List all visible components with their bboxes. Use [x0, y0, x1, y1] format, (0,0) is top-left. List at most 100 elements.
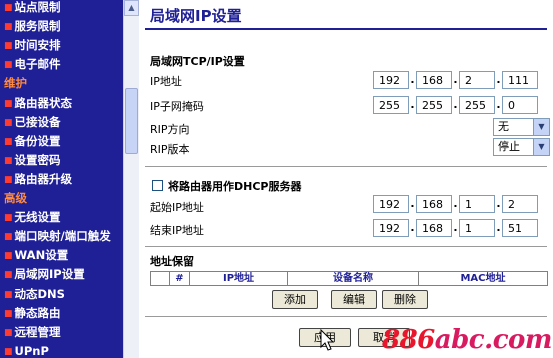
watermark-logo: 886abc.com — [382, 325, 552, 355]
end-ip-octet-4[interactable] — [502, 219, 538, 237]
sidebar-item-label: 已接设备 — [14, 115, 61, 129]
mouse-cursor-icon — [320, 329, 334, 351]
tcpip-section-title: 局域网TCP/IP设置 — [150, 55, 245, 68]
chevron-down-icon: ▼ — [533, 119, 549, 135]
dhcp-server-label: 将路由器用作DHCP服务器 — [168, 180, 302, 193]
sidebar-item[interactable]: ■ 站点限制 — [0, 0, 123, 17]
reservation-section-title: 地址保留 — [150, 255, 194, 268]
sidebar-item[interactable]: ■ 路由器升级 — [0, 170, 123, 189]
bullet-icon: ■ — [4, 3, 13, 13]
rip-version-value: 停止 — [498, 140, 520, 153]
end-ip-octet-3[interactable] — [459, 219, 495, 237]
dhcp-server-checkbox[interactable] — [152, 180, 163, 191]
sidebar-item[interactable]: ■ 备份设置 — [0, 132, 123, 151]
delete-button[interactable]: 删除 — [382, 290, 428, 309]
main-panel: 局域网IP设置 局域网TCP/IP设置 IP地址 . . . IP子网掩码 . … — [140, 0, 553, 358]
mask-octet-4[interactable] — [502, 96, 538, 114]
bullet-icon: ■ — [4, 60, 13, 70]
sidebar-section-header: 高级 — [4, 191, 27, 205]
sidebar-item-label: 路由器状态 — [14, 96, 73, 110]
sidebar-item-label: 服务限制 — [14, 19, 61, 33]
sidebar-item[interactable]: ■ WAN设置 — [0, 246, 123, 265]
rip-version-select[interactable]: 停止 ▼ — [493, 138, 550, 156]
bullet-icon: ■ — [4, 175, 13, 185]
page-title: 局域网IP设置 — [150, 7, 242, 25]
edit-button[interactable]: 编辑 — [331, 290, 377, 309]
sidebar-item-label: 端口映射/端口触发 — [14, 229, 111, 243]
sidebar-item-label: 设置密码 — [14, 153, 61, 167]
bullet-icon: ■ — [4, 251, 13, 261]
sidebar-item-label: 静态路由 — [14, 306, 61, 320]
table-header-device-name: 设备名称 — [287, 272, 418, 285]
bullet-icon: ■ — [4, 309, 13, 319]
sidebar-item[interactable]: ■ 静态路由 — [0, 304, 123, 323]
sidebar-nav: ■ 站点限制 ■ 服务限制 ■ 时间安排 ■ 电子邮件 维护 ■ 路由器状态 ■ 已接设备 ■ 备份设置 ■ 设… — [0, 0, 123, 358]
sidebar-item-label: 路由器升级 — [14, 172, 73, 186]
sidebar-item[interactable]: ■ 端口映射/端口触发 — [0, 227, 123, 246]
bullet-icon: ■ — [4, 137, 13, 147]
bullet-icon: ■ — [4, 232, 13, 242]
bullet-icon: ■ — [4, 41, 13, 51]
start-ip-octet-2[interactable] — [416, 195, 452, 213]
bullet-icon: ■ — [4, 290, 13, 300]
rip-direction-select[interactable]: 无 ▼ — [493, 118, 550, 136]
start-ip-label: 起始IP地址 — [150, 201, 204, 214]
sidebar-item-label: 无线设置 — [14, 210, 61, 224]
mask-octet-3[interactable] — [459, 96, 495, 114]
ip-octet-3[interactable] — [459, 71, 495, 89]
sidebar-item[interactable]: ■ 已接设备 — [0, 113, 123, 132]
table-header-index: # — [169, 272, 189, 285]
title-divider — [145, 28, 547, 30]
sidebar-item[interactable]: ■ 动态DNS — [0, 285, 123, 304]
rip-direction-value: 无 — [498, 120, 509, 133]
end-ip-octet-2[interactable] — [416, 219, 452, 237]
end-ip-octet-1[interactable] — [373, 219, 409, 237]
rip-direction-label: RIP方向 — [150, 123, 190, 136]
sidebar-item[interactable]: ■ 路由器状态 — [0, 94, 123, 113]
rip-version-label: RIP版本 — [150, 143, 190, 156]
bullet-icon: ■ — [4, 99, 13, 109]
sidebar-item-label: 远程管理 — [14, 325, 61, 339]
end-ip-label: 结束IP地址 — [150, 224, 204, 237]
sidebar-item-label: 局域网IP设置 — [14, 267, 85, 281]
start-ip-octet-4[interactable] — [502, 195, 538, 213]
add-button[interactable]: 添加 — [272, 290, 318, 309]
sidebar-item[interactable]: ■ UPnP — [0, 342, 123, 358]
sidebar-item[interactable]: ■ 远程管理 — [0, 323, 123, 342]
sidebar-item-label: 站点限制 — [14, 0, 61, 14]
sidebar-scrollbar[interactable]: ▲ — [123, 0, 139, 358]
ip-octet-2[interactable] — [416, 71, 452, 89]
ip-address-label: IP地址 — [150, 75, 182, 88]
scroll-thumb[interactable] — [125, 88, 138, 154]
ip-octet-1[interactable] — [373, 71, 409, 89]
sidebar-item-label: 备份设置 — [14, 134, 61, 148]
mask-octet-2[interactable] — [416, 96, 452, 114]
table-header-select — [151, 272, 169, 285]
subnet-mask-label: IP子网掩码 — [150, 100, 204, 113]
start-ip-octet-1[interactable] — [373, 195, 409, 213]
bullet-icon: ■ — [4, 22, 13, 32]
sidebar-item[interactable]: ■ 时间安排 — [0, 36, 123, 55]
sidebar-section-header: 维护 — [4, 76, 27, 90]
section-divider — [145, 166, 547, 167]
bullet-icon: ■ — [4, 213, 13, 223]
sidebar-item-label: WAN设置 — [14, 248, 69, 262]
mask-octet-1[interactable] — [373, 96, 409, 114]
reservation-table: # IP地址 设备名称 MAC地址 — [150, 271, 548, 286]
sidebar-item[interactable]: ■ 无线设置 — [0, 208, 123, 227]
bullet-icon: ■ — [4, 328, 13, 338]
sidebar-item[interactable]: ■ 电子邮件 — [0, 55, 123, 74]
ip-octet-4[interactable] — [502, 71, 538, 89]
section-divider — [145, 246, 547, 247]
section-divider — [145, 316, 547, 317]
bullet-icon: ■ — [4, 347, 13, 357]
scroll-up-arrow-icon[interactable]: ▲ — [124, 0, 139, 16]
sidebar-item-label: 电子邮件 — [14, 57, 61, 71]
sidebar-item[interactable]: ■ 设置密码 — [0, 151, 123, 170]
sidebar-item-label: 动态DNS — [14, 287, 65, 301]
sidebar-item[interactable]: ■ 局域网IP设置 — [0, 265, 123, 284]
start-ip-octet-3[interactable] — [459, 195, 495, 213]
sidebar-item[interactable]: ■ 服务限制 — [0, 17, 123, 36]
bullet-icon: ■ — [4, 270, 13, 280]
bullet-icon: ■ — [4, 118, 13, 128]
